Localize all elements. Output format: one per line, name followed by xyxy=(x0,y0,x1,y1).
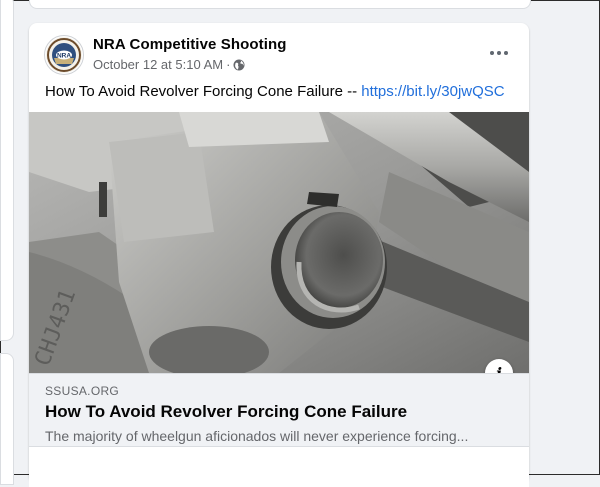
svg-text:NRA: NRA xyxy=(57,53,71,60)
post-link[interactable]: https://bit.ly/30jwQSC xyxy=(361,83,504,100)
post-body: How To Avoid Revolver Forcing Cone Failu… xyxy=(45,83,505,100)
previous-post-card xyxy=(29,0,531,9)
feed-post: NRA NRA Competitive Shooting October 12 … xyxy=(29,23,529,487)
page-name-link[interactable]: NRA Competitive Shooting xyxy=(93,36,287,53)
link-title[interactable]: How To Avoid Revolver Forcing Cone Failu… xyxy=(45,402,407,422)
more-dot xyxy=(504,51,508,55)
more-dot xyxy=(490,51,494,55)
link-domain: SSUSA.ORG xyxy=(45,384,120,398)
post-footer xyxy=(29,446,529,487)
left-column-card-lower xyxy=(0,353,14,485)
post-meta: October 12 at 5:10 AM · xyxy=(93,57,245,72)
more-dot xyxy=(497,51,501,55)
link-description: The majority of wheelgun aficionados wil… xyxy=(45,428,469,444)
link-preview-card[interactable]: SSUSA.ORG How To Avoid Revolver Forcing … xyxy=(29,373,529,446)
post-text: How To Avoid Revolver Forcing Cone Failu… xyxy=(45,83,362,100)
left-column-card xyxy=(0,0,14,341)
post-timestamp[interactable]: October 12 at 5:10 AM xyxy=(93,57,223,72)
more-options-button[interactable] xyxy=(483,39,515,67)
link-preview-image[interactable]: CHJ431 xyxy=(29,112,529,373)
globe-icon[interactable] xyxy=(233,59,245,71)
meta-separator: · xyxy=(226,57,231,72)
page-avatar[interactable]: NRA xyxy=(44,35,84,75)
